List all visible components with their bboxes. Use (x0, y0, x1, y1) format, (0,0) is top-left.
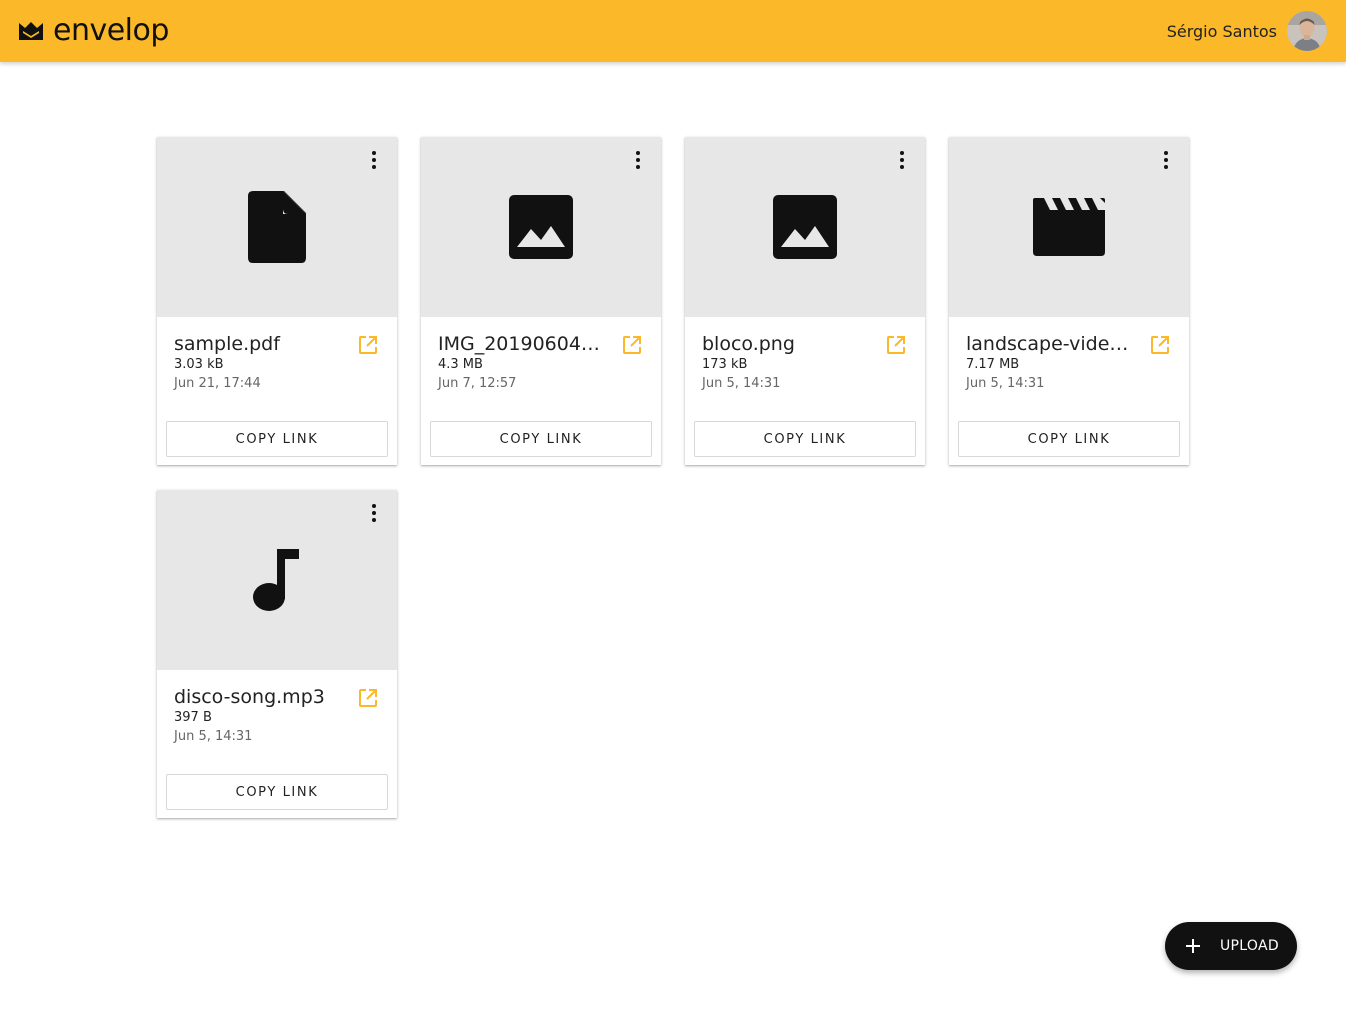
file-size: 4.3 MB (438, 357, 483, 372)
envelop-logo-icon (19, 22, 43, 40)
open-in-new-icon[interactable] (1150, 335, 1170, 355)
image-icon (509, 195, 573, 259)
file-info: disco-song.mp3 397 B Jun 5, 14:31 (174, 686, 380, 745)
open-in-new-icon[interactable] (358, 335, 378, 355)
file-info: sample.pdf 3.03 kB Jun 21, 17:44 (174, 333, 380, 392)
file-thumbnail[interactable] (157, 137, 397, 317)
user-name: Sérgio Santos (1166, 21, 1277, 41)
file-card[interactable]: sample.pdf 3.03 kB Jun 21, 17:44 COPY LI… (157, 137, 397, 465)
open-in-new-icon[interactable] (622, 335, 642, 355)
file-thumbnail[interactable] (685, 137, 925, 317)
file-name: bloco.png (702, 333, 795, 355)
copy-link-button[interactable]: COPY LINK (430, 421, 652, 457)
copy-link-button[interactable]: COPY LINK (694, 421, 916, 457)
file-card[interactable]: bloco.png 173 kB Jun 5, 14:31 COPY LINK (685, 137, 925, 465)
open-in-new-icon[interactable] (886, 335, 906, 355)
music-note-icon (253, 549, 299, 611)
document-icon (248, 191, 306, 263)
file-date: Jun 21, 17:44 (174, 376, 261, 391)
open-in-new-icon[interactable] (358, 688, 378, 708)
file-date: Jun 5, 14:31 (174, 729, 253, 744)
file-card[interactable]: disco-song.mp3 397 B Jun 5, 14:31 COPY L… (157, 490, 397, 818)
file-info: landscape-vide… 7.17 MB Jun 5, 14:31 (966, 333, 1172, 392)
file-date: Jun 5, 14:31 (702, 376, 781, 391)
copy-link-button[interactable]: COPY LINK (166, 421, 388, 457)
file-date: Jun 7, 12:57 (438, 376, 517, 391)
file-size: 173 kB (702, 357, 748, 372)
more-vert-icon[interactable] (363, 149, 385, 171)
file-size: 7.17 MB (966, 357, 1020, 372)
file-name: sample.pdf (174, 333, 280, 355)
file-thumbnail[interactable] (157, 490, 397, 670)
more-vert-icon[interactable] (627, 149, 649, 171)
file-name: IMG_20190604… (438, 333, 600, 355)
file-info: IMG_20190604… 4.3 MB Jun 7, 12:57 (438, 333, 644, 392)
copy-link-button[interactable]: COPY LINK (958, 421, 1180, 457)
file-info: bloco.png 173 kB Jun 5, 14:31 (702, 333, 908, 392)
file-name: disco-song.mp3 (174, 686, 325, 708)
image-icon (773, 195, 837, 259)
file-date: Jun 5, 14:31 (966, 376, 1045, 391)
user-menu[interactable]: Sérgio Santos (1167, 11, 1327, 51)
file-thumbnail[interactable] (421, 137, 661, 317)
file-size: 3.03 kB (174, 357, 224, 372)
copy-link-button[interactable]: COPY LINK (166, 774, 388, 810)
more-vert-icon[interactable] (891, 149, 913, 171)
plus-icon (1186, 939, 1200, 953)
upload-button[interactable]: UPLOAD (1165, 922, 1297, 970)
avatar-photo (1287, 11, 1327, 51)
file-card[interactable]: landscape-vide… 7.17 MB Jun 5, 14:31 COP… (949, 137, 1189, 465)
file-name: landscape-vide… (966, 333, 1129, 355)
file-card[interactable]: IMG_20190604… 4.3 MB Jun 7, 12:57 COPY L… (421, 137, 661, 465)
app-logo[interactable]: envelop (18, 12, 169, 48)
avatar[interactable] (1287, 11, 1327, 51)
file-thumbnail[interactable] (949, 137, 1189, 317)
more-vert-icon[interactable] (363, 502, 385, 524)
top-app-bar: envelop Sérgio Santos (0, 0, 1346, 62)
movie-icon (1033, 198, 1105, 256)
file-size: 397 B (174, 710, 212, 725)
app-name: envelop (53, 12, 169, 48)
more-vert-icon[interactable] (1155, 149, 1177, 171)
upload-label: UPLOAD (1220, 938, 1279, 954)
